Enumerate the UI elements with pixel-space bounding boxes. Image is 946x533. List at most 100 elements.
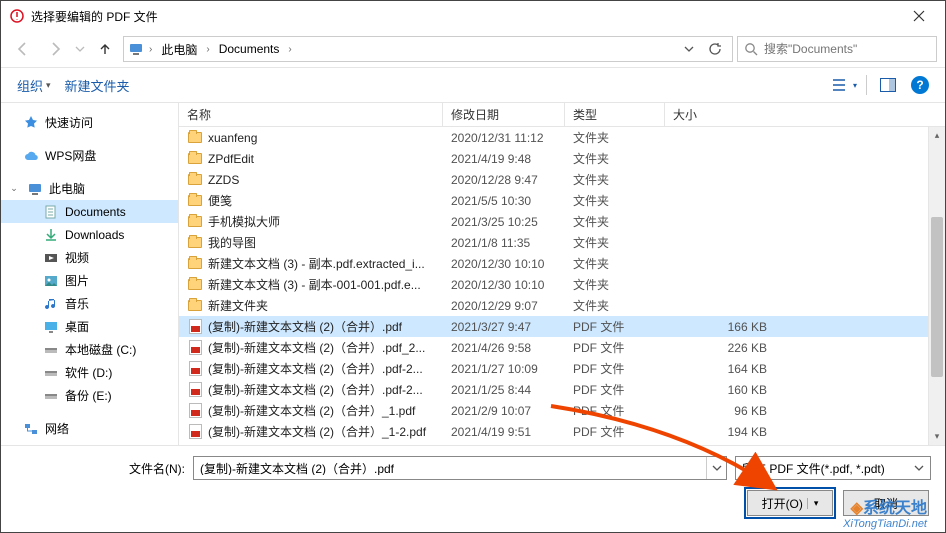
file-list[interactable]: xuanfeng2020/12/31 11:12文件夹ZPdfEdit2021/… bbox=[179, 127, 945, 445]
file-type: PDF 文件 bbox=[565, 423, 665, 440]
sidebar-wps[interactable]: WPS网盘 bbox=[1, 144, 178, 167]
chevron-down-icon bbox=[914, 463, 924, 473]
sidebar-quick-access[interactable]: 快速访问 bbox=[1, 111, 178, 134]
toolbar: 组织 ▾ 新建文件夹 ▾ ? bbox=[1, 67, 945, 103]
file-row[interactable]: (复制)-新建文本文档 (2)（合并）.pdf-2...2021/1/27 10… bbox=[179, 358, 945, 379]
scroll-down-icon[interactable]: ▾ bbox=[929, 428, 945, 445]
pdf-icon bbox=[187, 424, 203, 440]
address-bar: › 此电脑 › Documents › bbox=[1, 31, 945, 67]
filetype-filter[interactable]: 所有 PDF 文件(*.pdf, *.pdt) bbox=[735, 456, 931, 480]
view-options-button[interactable]: ▾ bbox=[832, 72, 858, 98]
file-type: 文件夹 bbox=[565, 213, 665, 230]
folder-icon bbox=[187, 277, 203, 293]
col-type[interactable]: 类型 bbox=[565, 103, 665, 126]
file-size: 160 KB bbox=[665, 383, 775, 397]
file-row[interactable]: (复制)-新建文本文档 (2)（合并）_1.pdf2021/2/9 10:07P… bbox=[179, 400, 945, 421]
breadcrumb[interactable]: › 此电脑 › Documents › bbox=[123, 36, 733, 62]
sidebar-videos[interactable]: 视频 bbox=[1, 246, 178, 269]
file-row[interactable]: (复制)-新建文本文档 (2)（合并）.pdf_2...2021/4/26 9:… bbox=[179, 337, 945, 358]
crumb-folder[interactable]: Documents bbox=[215, 40, 284, 58]
refresh-button[interactable] bbox=[702, 37, 728, 61]
file-date: 2020/12/30 10:10 bbox=[443, 278, 565, 292]
sidebar-downloads[interactable]: Downloads bbox=[1, 223, 178, 246]
file-date: 2021/3/25 10:25 bbox=[443, 215, 565, 229]
organize-label: 组织 bbox=[17, 76, 43, 95]
sidebar-network[interactable]: 网络 bbox=[1, 417, 178, 440]
file-row[interactable]: ZPdfEdit2021/4/19 9:48文件夹 bbox=[179, 148, 945, 169]
sidebar-edrive[interactable]: 备份 (E:) bbox=[1, 384, 178, 407]
file-row[interactable]: 手机模拟大师2021/3/25 10:25文件夹 bbox=[179, 211, 945, 232]
history-dropdown[interactable] bbox=[73, 35, 87, 63]
sidebar-pictures[interactable]: 图片 bbox=[1, 269, 178, 292]
file-date: 2021/4/19 9:48 bbox=[443, 152, 565, 166]
file-row[interactable]: ZZDS2020/12/28 9:47文件夹 bbox=[179, 169, 945, 190]
sidebar-this-pc[interactable]: ⌄ 此电脑 bbox=[1, 177, 178, 200]
file-type: 文件夹 bbox=[565, 234, 665, 251]
filename-label: 文件名(N): bbox=[15, 460, 185, 477]
pdf-icon bbox=[187, 340, 203, 356]
file-date: 2021/5/5 10:30 bbox=[443, 194, 565, 208]
close-button[interactable] bbox=[897, 1, 941, 31]
crumb-pc[interactable]: 此电脑 bbox=[157, 39, 201, 60]
sidebar-desktop[interactable]: 桌面 bbox=[1, 315, 178, 338]
new-folder-button[interactable]: 新建文件夹 bbox=[61, 72, 134, 99]
file-type: PDF 文件 bbox=[565, 381, 665, 398]
file-type: PDF 文件 bbox=[565, 402, 665, 419]
file-pane: 名称 修改日期 类型 大小 xuanfeng2020/12/31 11:12文件… bbox=[179, 103, 945, 445]
watermark: ◈系统天地 XiTongTianDi.net bbox=[843, 494, 927, 530]
nav-sidebar: 快速访问 WPS网盘 ⌄ 此电脑 Documents Downloads bbox=[1, 103, 179, 445]
address-dropdown[interactable] bbox=[678, 37, 700, 61]
file-date: 2020/12/30 10:10 bbox=[443, 257, 565, 271]
file-row[interactable]: 新建文本文档 (3) - 副本-001-001.pdf.e...2020/12/… bbox=[179, 274, 945, 295]
file-name: (复制)-新建文本文档 (2)（合并）.pdf_2... bbox=[208, 339, 425, 356]
filename-combo[interactable] bbox=[193, 456, 727, 480]
sidebar-music[interactable]: 音乐 bbox=[1, 292, 178, 315]
file-type: 文件夹 bbox=[565, 276, 665, 293]
back-button[interactable] bbox=[9, 35, 37, 63]
scroll-up-icon[interactable]: ▴ bbox=[929, 127, 945, 144]
file-name: (复制)-新建文本文档 (2)（合并）.pdf bbox=[208, 318, 402, 335]
help-button[interactable]: ? bbox=[907, 72, 933, 98]
file-row[interactable]: (复制)-新建文本文档 (2)（合并）.pdf2021/3/27 9:47PDF… bbox=[179, 316, 945, 337]
music-icon bbox=[43, 296, 59, 312]
titlebar: 选择要编辑的 PDF 文件 bbox=[1, 1, 945, 31]
col-date[interactable]: 修改日期 bbox=[443, 103, 565, 126]
file-date: 2021/2/9 10:07 bbox=[443, 404, 565, 418]
file-row[interactable]: 便笺2021/5/5 10:30文件夹 bbox=[179, 190, 945, 211]
open-button[interactable]: 打开(O) ▾ bbox=[747, 490, 833, 516]
file-type: PDF 文件 bbox=[565, 339, 665, 356]
expand-icon[interactable]: ⌄ bbox=[9, 183, 19, 194]
file-row[interactable]: (复制)-新建文本文档 (2)（合并）_1-2.pdf2021/4/19 9:5… bbox=[179, 421, 945, 442]
footer: 文件名(N): 所有 PDF 文件(*.pdf, *.pdt) 打开(O) ▾ … bbox=[1, 445, 945, 532]
scroll-thumb[interactable] bbox=[931, 217, 943, 377]
file-row[interactable]: 新建文件夹2020/12/29 9:07文件夹 bbox=[179, 295, 945, 316]
filename-dropdown[interactable] bbox=[706, 457, 726, 479]
file-size: 164 KB bbox=[665, 362, 775, 376]
file-date: 2020/12/31 11:12 bbox=[443, 131, 565, 145]
sidebar-ddrive[interactable]: 软件 (D:) bbox=[1, 361, 178, 384]
pdf-icon bbox=[187, 319, 203, 335]
forward-button[interactable] bbox=[41, 35, 69, 63]
folder-icon bbox=[187, 214, 203, 230]
pc-icon bbox=[27, 181, 43, 197]
filename-input[interactable] bbox=[194, 461, 706, 475]
search-box[interactable] bbox=[737, 36, 937, 62]
folder-icon bbox=[187, 298, 203, 314]
organize-button[interactable]: 组织 ▾ bbox=[13, 72, 55, 99]
file-date: 2021/1/8 11:35 bbox=[443, 236, 565, 250]
file-name: 新建文本文档 (3) - 副本.pdf.extracted_i... bbox=[208, 255, 425, 272]
col-name[interactable]: 名称 bbox=[179, 103, 443, 126]
preview-pane-button[interactable] bbox=[875, 72, 901, 98]
sidebar-documents[interactable]: Documents bbox=[1, 200, 178, 223]
scrollbar[interactable]: ▴ ▾ bbox=[928, 127, 945, 445]
search-input[interactable] bbox=[764, 42, 930, 56]
col-size[interactable]: 大小 bbox=[665, 103, 945, 126]
sidebar-cdrive[interactable]: 本地磁盘 (C:) bbox=[1, 338, 178, 361]
up-button[interactable] bbox=[91, 35, 119, 63]
file-row[interactable]: 我的导图2021/1/8 11:35文件夹 bbox=[179, 232, 945, 253]
file-row[interactable]: xuanfeng2020/12/31 11:12文件夹 bbox=[179, 127, 945, 148]
file-name: ZZDS bbox=[208, 173, 239, 187]
file-date: 2021/3/27 9:47 bbox=[443, 320, 565, 334]
file-row[interactable]: (复制)-新建文本文档 (2)（合并）.pdf-2...2021/1/25 8:… bbox=[179, 379, 945, 400]
file-row[interactable]: 新建文本文档 (3) - 副本.pdf.extracted_i... 2020/1… bbox=[179, 253, 945, 274]
